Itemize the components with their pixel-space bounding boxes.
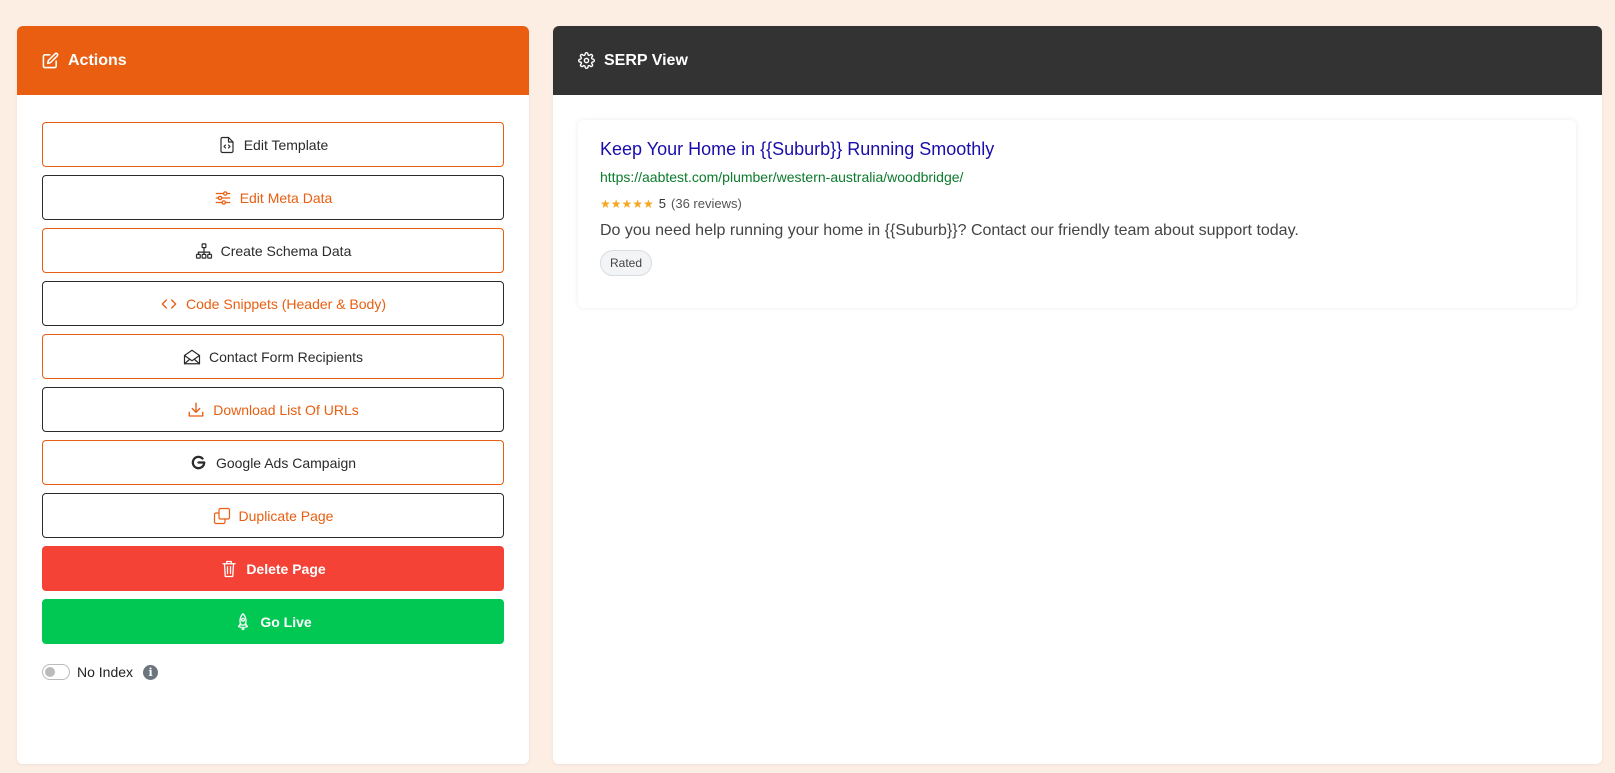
- go-live-button[interactable]: Go Live: [42, 599, 504, 644]
- actions-panel: Actions Edit Template Edit Meta Data Cre…: [17, 26, 529, 764]
- file-code-icon: [218, 136, 236, 154]
- actions-header: Actions: [17, 26, 529, 95]
- no-index-row: No Index i: [42, 664, 504, 680]
- code-icon: [160, 295, 178, 313]
- no-index-label: No Index: [77, 664, 134, 680]
- serp-panel: SERP View Keep Your Home in {{Suburb}} R…: [553, 26, 1602, 764]
- copy-icon: [213, 507, 231, 525]
- code-snippets-button[interactable]: Code Snippets (Header & Body): [42, 281, 504, 326]
- code-snippets-label: Code Snippets (Header & Body): [186, 295, 386, 312]
- serp-result-url[interactable]: https://aabtest.com/plumber/western-aust…: [600, 169, 1554, 185]
- edit-template-label: Edit Template: [243, 136, 329, 153]
- gear-icon: [578, 52, 595, 69]
- no-index-toggle[interactable]: [42, 664, 70, 680]
- delete-page-button[interactable]: Delete Page: [42, 546, 504, 591]
- review-count: (36 reviews): [671, 196, 742, 211]
- actions-title: Actions: [68, 51, 127, 69]
- contact-form-recipients-button[interactable]: Contact Form Recipients: [42, 334, 504, 379]
- duplicate-page-label: Duplicate Page: [238, 507, 334, 524]
- rated-badge: Rated: [600, 250, 653, 276]
- contact-form-recipients-label: Contact Form Recipients: [208, 348, 364, 365]
- edit-template-button[interactable]: Edit Template: [42, 122, 504, 167]
- edit-square-icon: [42, 52, 59, 69]
- create-schema-data-label: Create Schema Data: [220, 242, 352, 259]
- actions-list: Edit Template Edit Meta Data Create Sche…: [17, 95, 529, 680]
- sliders-icon: [214, 189, 232, 207]
- edit-meta-data-button[interactable]: Edit Meta Data: [42, 175, 504, 220]
- serp-result-description: Do you need help running your home in {{…: [600, 222, 1299, 239]
- google-icon: [190, 454, 208, 472]
- rating-value: 5: [658, 196, 667, 211]
- google-ads-campaign-button[interactable]: Google Ads Campaign: [42, 440, 504, 485]
- duplicate-page-button[interactable]: Duplicate Page: [42, 493, 504, 538]
- google-ads-campaign-label: Google Ads Campaign: [215, 454, 357, 471]
- create-schema-data-button[interactable]: Create Schema Data: [42, 228, 504, 273]
- serp-title-header: SERP View: [604, 51, 688, 69]
- download-list-of-urls-button[interactable]: Download List Of URLs: [42, 387, 504, 432]
- serp-result-card: Keep Your Home in {{Suburb}} Running Smo…: [578, 120, 1576, 308]
- serp-rating: ★★★★★ 5 (36 reviews): [600, 196, 1554, 211]
- envelope-open-icon: [183, 348, 201, 366]
- info-icon[interactable]: i: [143, 664, 159, 680]
- rocket-icon: [234, 612, 252, 631]
- delete-page-label: Delete Page: [246, 560, 326, 577]
- download-icon: [187, 401, 205, 419]
- sitemap-icon: [195, 242, 213, 260]
- edit-meta-data-label: Edit Meta Data: [239, 189, 333, 206]
- go-live-label: Go Live: [260, 613, 312, 630]
- star-rating-icon: ★★★★★: [600, 196, 654, 211]
- serp-result-title[interactable]: Keep Your Home in {{Suburb}} Running Smo…: [600, 139, 1554, 160]
- download-list-of-urls-label: Download List Of URLs: [213, 401, 359, 418]
- serp-header: SERP View: [553, 26, 1602, 95]
- trash-icon: [220, 560, 238, 578]
